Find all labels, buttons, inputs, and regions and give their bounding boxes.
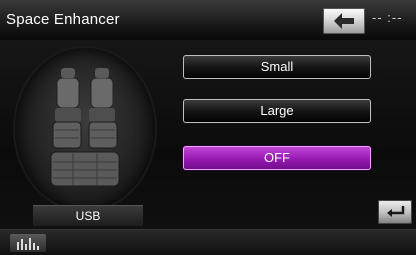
back-arrow-icon [334, 13, 354, 29]
header-status-text: -- :-- [372, 10, 403, 25]
seat-illustration [15, 48, 155, 210]
back-button[interactable] [323, 8, 365, 34]
bottom-bar [0, 229, 416, 255]
return-icon [387, 206, 405, 217]
header-bar: Space Enhancer -- :-- [0, 0, 416, 40]
equalizer-icon [17, 238, 39, 250]
large-option-button[interactable]: Large [183, 99, 371, 123]
space-enhancer-screen: Space Enhancer -- :-- USB Small Large OF… [0, 0, 416, 255]
return-button[interactable] [378, 200, 412, 224]
off-option-button[interactable]: OFF [183, 146, 371, 170]
page-title: Space Enhancer [6, 11, 120, 28]
car-seat-icon [50, 68, 120, 187]
small-option-button[interactable]: Small [183, 55, 371, 79]
equalizer-button[interactable] [10, 234, 46, 252]
source-indicator: USB [33, 205, 143, 226]
source-label: USB [75, 209, 101, 223]
